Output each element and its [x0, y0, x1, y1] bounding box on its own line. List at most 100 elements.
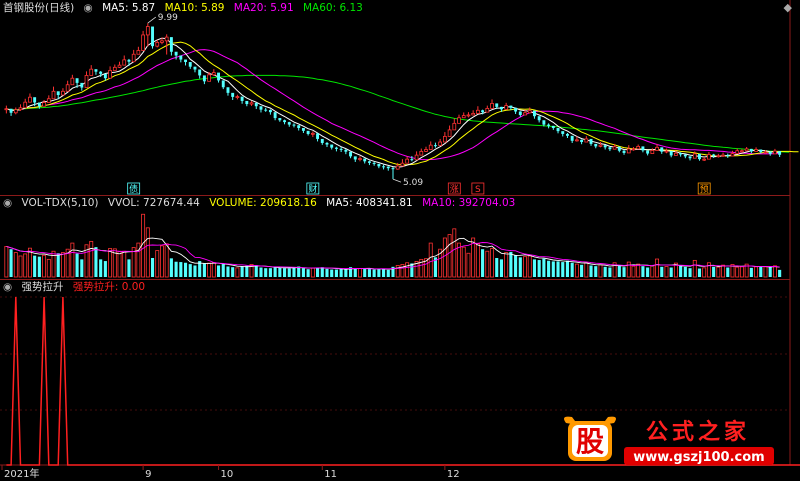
candle-body — [235, 96, 240, 98]
volume-bar — [273, 267, 277, 277]
volume-bar — [660, 266, 664, 277]
x-tick-label: 2021年 — [4, 467, 39, 480]
candle-body — [164, 36, 169, 42]
candle-body — [730, 153, 735, 157]
candle-body — [603, 145, 607, 148]
candle-body — [151, 26, 154, 47]
candle-body — [169, 37, 173, 52]
candle-body — [145, 26, 150, 36]
volume-bar — [18, 255, 23, 278]
candle-body — [179, 55, 183, 60]
volume-bar — [56, 253, 60, 277]
candle-body — [589, 138, 593, 144]
volume-bar — [103, 261, 107, 277]
stock-name[interactable]: 首钢股份(日线) — [3, 2, 74, 14]
volume-bar — [626, 261, 631, 278]
candle-body — [46, 98, 51, 103]
grid-layer — [0, 0, 791, 466]
volume-bar — [42, 254, 47, 278]
volume-bar — [537, 260, 541, 277]
candle-body — [712, 154, 716, 156]
candle-body — [202, 75, 206, 82]
settings-icon[interactable]: ◉ — [3, 197, 12, 209]
volume-bar — [542, 258, 546, 277]
candle-body — [65, 84, 70, 92]
volume-bar — [768, 266, 772, 277]
candle-body — [537, 116, 541, 121]
volume-bar — [589, 265, 593, 277]
volume-bar — [363, 268, 367, 277]
vvol-value: VVOL: 727674.44 — [107, 197, 200, 209]
candle-body — [94, 69, 98, 72]
candle-body — [42, 102, 46, 107]
candle-body — [414, 154, 419, 161]
volume-bar — [565, 260, 570, 277]
candle-body — [495, 103, 499, 107]
candle-body — [778, 151, 782, 155]
candle-body — [231, 92, 235, 97]
candle-body — [768, 152, 772, 154]
volume-bar — [377, 269, 381, 277]
volume-bar — [4, 246, 9, 278]
candle-body — [395, 165, 400, 170]
candle-body — [122, 59, 127, 66]
candle-body — [297, 125, 301, 129]
candle-body — [443, 136, 447, 143]
volume-bar — [598, 264, 603, 278]
candle-body — [363, 158, 367, 162]
volume-bar — [636, 263, 641, 278]
candle-body — [287, 122, 291, 125]
candle-body — [292, 124, 296, 126]
event-marker: 财 — [308, 183, 317, 195]
volume-bar — [778, 269, 782, 277]
low-label: 5.09 — [403, 178, 423, 188]
volume-bar — [80, 259, 84, 277]
volume-bar — [490, 248, 494, 278]
volume-bar — [264, 268, 268, 277]
candle-body — [89, 68, 94, 76]
volume-bar — [749, 267, 753, 277]
candle-body — [565, 133, 569, 136]
volume-bar — [33, 255, 37, 277]
volume-bar — [169, 258, 173, 277]
candle-body — [698, 153, 701, 160]
candle-body — [622, 150, 626, 153]
volume-bar — [160, 245, 164, 278]
pane-collapse-icon[interactable]: ◆ — [784, 1, 792, 14]
ma20-line-layer — [6, 49, 780, 161]
vol-ma10-value: MA10: 392704.03 — [422, 197, 516, 209]
candle-body — [174, 51, 178, 56]
candle-body — [23, 101, 28, 109]
volume-bar — [89, 240, 94, 278]
candle-body — [773, 150, 777, 155]
settings-icon[interactable]: ◉ — [3, 281, 12, 293]
volume-bar — [221, 264, 225, 277]
candle-body — [18, 107, 23, 111]
volume-bar — [231, 267, 235, 277]
volume-bar — [697, 268, 702, 277]
candle-body — [551, 125, 555, 129]
candle-body — [561, 131, 565, 134]
candle-body — [594, 143, 598, 147]
candle-body — [481, 110, 485, 113]
candle-body — [692, 153, 697, 159]
candle-body — [509, 105, 513, 108]
volume-bar — [400, 264, 405, 278]
settings-icon[interactable]: ◉ — [84, 2, 93, 14]
high-pointer — [147, 16, 157, 24]
vol-indicator-name[interactable]: VOL-TDX(5,10) — [22, 197, 99, 209]
candle-body — [334, 147, 338, 149]
candle-body — [452, 122, 457, 131]
volume-bar — [188, 264, 192, 277]
indicator-name[interactable]: 强势拉升 — [22, 281, 64, 293]
volume-bar — [211, 262, 216, 278]
volume-bar — [551, 261, 555, 277]
volume-bar — [108, 248, 113, 278]
candle-body — [466, 114, 471, 117]
candle-body — [320, 138, 324, 143]
candle-body — [740, 150, 744, 153]
volume-bar — [292, 267, 296, 277]
candle-body — [254, 102, 258, 107]
candle-body — [631, 148, 636, 151]
ma5-value: MA5: 5.87 — [102, 2, 156, 14]
